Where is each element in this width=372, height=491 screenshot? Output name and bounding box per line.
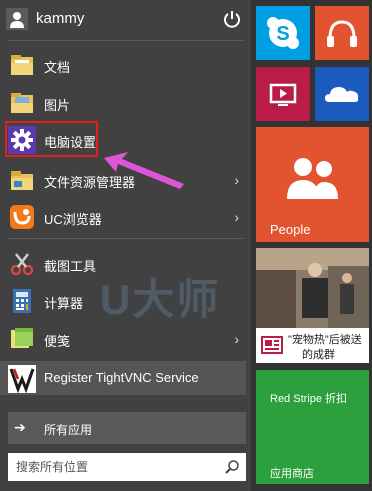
skype-tile[interactable]: S: [256, 6, 310, 60]
music-tile[interactable]: [315, 6, 369, 60]
divider: [8, 238, 244, 239]
menu-item-label: 截图工具: [44, 259, 97, 274]
all-apps-button[interactable]: ➔ 所有应用: [8, 412, 246, 444]
menu-item-documents[interactable]: 文档: [0, 46, 251, 84]
news-icon: [261, 336, 283, 354]
cloud-icon: [325, 87, 359, 102]
documents-folder-icon: [11, 55, 33, 75]
tightvnc-icon: [8, 365, 36, 393]
news-headline: "宠物热"后被送: [288, 334, 362, 346]
onedrive-tile[interactable]: [315, 67, 369, 121]
calculator-icon: [13, 289, 31, 313]
menu-item-register-tightvnc[interactable]: Register TightVNC Service: [0, 361, 246, 395]
user-name: kammy: [36, 10, 85, 27]
menu-item-label: 便笺: [44, 334, 71, 349]
avatar[interactable]: [6, 8, 28, 30]
highlight-box: [5, 121, 98, 157]
svg-text:S: S: [276, 23, 289, 45]
annotation-arrow: [104, 152, 184, 189]
menu-item-label: Register TightVNC Service: [44, 370, 199, 385]
store-tile-label: 应用商店: [270, 468, 314, 480]
chevron-right-icon[interactable]: ›: [234, 331, 239, 347]
skype-icon: S: [267, 17, 299, 49]
people-tile-label: People: [270, 222, 311, 237]
search-icon[interactable]: [224, 459, 240, 475]
scissors-icon: [10, 253, 34, 276]
watermark: U大师: [100, 276, 221, 323]
store-promo-label: Red Stripe 折扣: [270, 393, 348, 405]
menu-item-label: 图片: [44, 98, 71, 113]
video-icon: [269, 83, 297, 106]
tiles-pane: S People "宠物热"后被送 的成群 Red Stripe 折扣 应用商店: [251, 0, 372, 491]
menu-item-pictures[interactable]: 图片: [0, 84, 251, 122]
menu-item-label: 文档: [44, 60, 71, 75]
user-icon: [10, 12, 24, 28]
news-caption-bar: "宠物热"后被送 的成群: [256, 328, 369, 363]
menu-item-label: UC浏览器: [44, 212, 102, 227]
arrow-right-icon: ➔: [14, 419, 26, 435]
file-explorer-icon: [11, 171, 33, 190]
menu-item-uc-browser[interactable]: UC浏览器 ›: [0, 198, 251, 236]
search-box[interactable]: [8, 453, 246, 481]
chevron-right-icon[interactable]: ›: [234, 209, 239, 225]
chevron-right-icon[interactable]: ›: [234, 172, 239, 188]
video-tile[interactable]: [256, 67, 310, 121]
news-tile[interactable]: "宠物热"后被送 的成群: [256, 248, 369, 363]
start-menu-left-pane: kammy 文档 图片 电脑设置 文件资源管理器 › UC浏览器 › 截图工具 …: [0, 0, 251, 491]
all-apps-label: 所有应用: [44, 423, 93, 437]
menu-item-label: 计算器: [44, 296, 84, 311]
uc-browser-icon: [10, 205, 34, 229]
search-input[interactable]: [14, 456, 218, 478]
headphones-icon: [327, 20, 357, 47]
power-icon: [224, 11, 240, 28]
news-photo: [256, 248, 369, 328]
power-button[interactable]: [221, 8, 243, 30]
sticky-notes-icon: [11, 328, 33, 348]
user-row[interactable]: kammy: [0, 0, 251, 38]
people-tile[interactable]: People: [256, 127, 369, 242]
store-tile[interactable]: Red Stripe 折扣 应用商店: [256, 370, 369, 484]
news-subline: 的成群: [302, 349, 335, 361]
divider: [8, 40, 244, 41]
pictures-folder-icon: [11, 93, 33, 113]
